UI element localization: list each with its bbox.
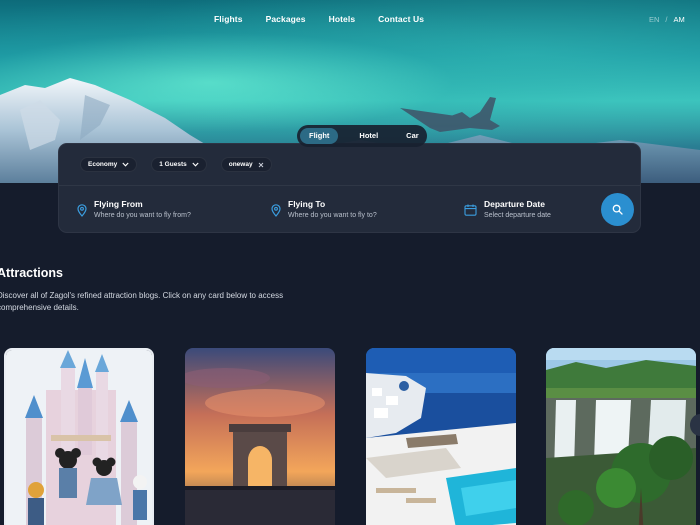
nav-hotels[interactable]: Hotels — [329, 14, 356, 24]
attraction-card-castle[interactable] — [4, 348, 154, 525]
flying-from-placeholder: Where do you want to fly from? — [94, 212, 191, 219]
trip-type-chip[interactable]: oneway — [220, 157, 272, 172]
attraction-image — [546, 348, 696, 525]
chevron-down-icon — [122, 162, 129, 167]
calendar-icon — [464, 204, 477, 216]
flying-from-field[interactable]: Flying From Where do you want to fly fro… — [77, 199, 191, 219]
attraction-card-seaside[interactable] — [366, 348, 516, 525]
tab-car[interactable]: Car — [397, 128, 428, 144]
flight-search-card: Economy 1 Guests oneway Flying From Wher… — [58, 143, 641, 233]
nav-packages[interactable]: Packages — [266, 14, 306, 24]
class-select-value: Economy — [88, 161, 118, 168]
attraction-card-waterfall[interactable] — [546, 348, 696, 525]
attraction-image — [366, 348, 516, 525]
tab-hotel[interactable]: Hotel — [350, 128, 387, 144]
flying-to-label: Flying To — [288, 199, 326, 209]
search-button[interactable] — [601, 193, 634, 226]
search-type-tabs: Flight Hotel Car — [297, 125, 427, 147]
language-switcher: EN / AM — [649, 15, 685, 24]
departure-date-placeholder: Select departure date — [484, 212, 551, 219]
lang-am[interactable]: AM — [674, 15, 685, 24]
search-icon — [612, 204, 623, 215]
nav-contact-us[interactable]: Contact Us — [378, 14, 424, 24]
guests-select-value: 1 Guests — [159, 161, 187, 168]
departure-date-label: Departure Date — [484, 199, 545, 209]
flying-to-placeholder: Where do you want to fly to? — [288, 212, 377, 219]
class-select[interactable]: Economy — [80, 157, 138, 172]
attraction-image — [185, 348, 335, 525]
location-pin-icon — [271, 204, 281, 217]
attraction-card-arch[interactable] — [185, 348, 335, 525]
close-icon[interactable] — [258, 162, 264, 168]
attractions-title: Attractions — [0, 266, 63, 280]
trip-type-value: oneway — [228, 161, 253, 168]
divider — [59, 185, 640, 186]
tab-flight[interactable]: Flight — [300, 128, 339, 144]
flying-from-label: Flying From — [94, 199, 143, 209]
departure-date-field[interactable]: Departure Date Select departure date — [464, 199, 551, 219]
lang-separator: / — [665, 15, 668, 24]
lang-en[interactable]: EN — [649, 15, 659, 24]
flying-to-field[interactable]: Flying To Where do you want to fly to? — [271, 199, 377, 219]
main-nav: Flights Packages Hotels Contact Us — [214, 14, 424, 24]
guests-select[interactable]: 1 Guests — [151, 157, 207, 172]
attractions-description: Discover all of Zagol's refined attracti… — [0, 291, 284, 312]
location-pin-icon — [77, 204, 87, 217]
chevron-down-icon — [192, 162, 199, 167]
nav-flights[interactable]: Flights — [214, 14, 243, 24]
attraction-image — [6, 350, 152, 525]
search-filters: Economy 1 Guests oneway — [80, 157, 272, 172]
